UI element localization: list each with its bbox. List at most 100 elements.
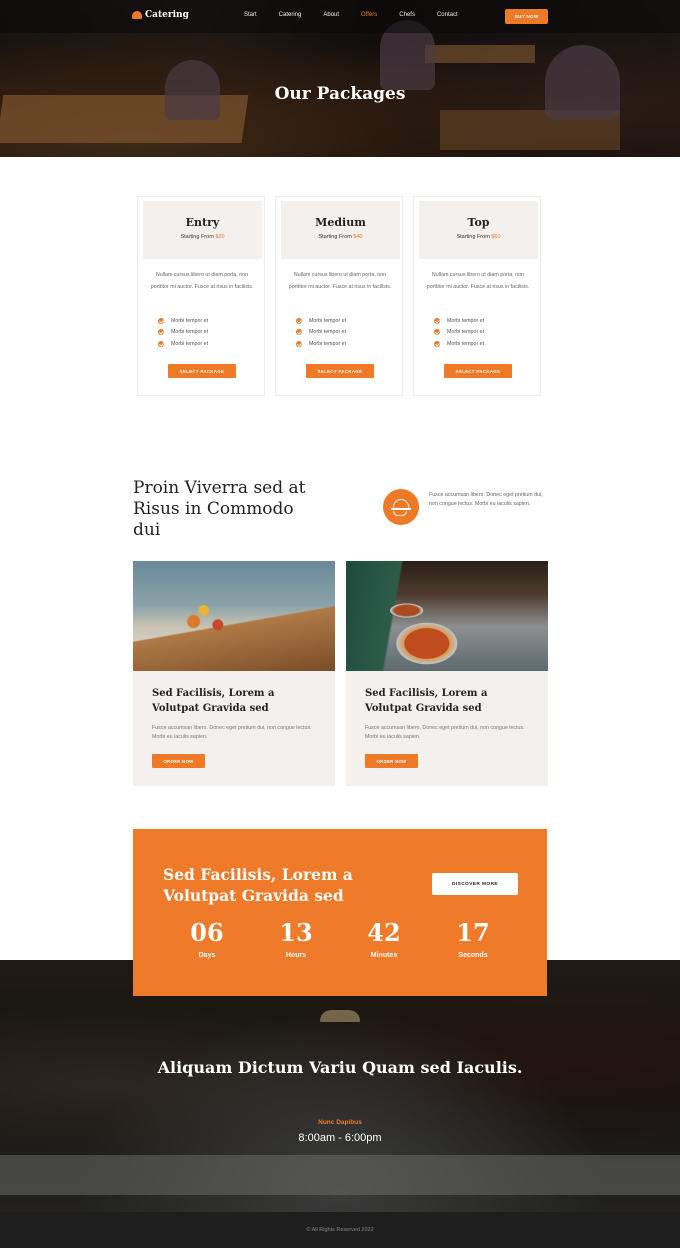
section-description: Fusce accumsan libero. Donec eget pretiu… xyxy=(429,492,543,507)
banquet-table-image xyxy=(133,561,335,671)
feature-item: Morbi tempor et xyxy=(296,338,346,350)
bg-lamp xyxy=(320,1010,360,1022)
serving-cloche-icon xyxy=(383,489,419,525)
main-nav: Start Catering About Offers Chefs Contac… xyxy=(244,12,480,18)
nav-item-start[interactable]: Start xyxy=(244,12,257,18)
feature-item: Morbi tempor et xyxy=(296,327,346,339)
package-price-line: Starting From $20 xyxy=(143,234,262,240)
feature-card: Sed Facilisis, Lorem a Volutpat Gravida … xyxy=(346,561,548,786)
check-icon xyxy=(434,329,440,336)
hero-bg-chair xyxy=(545,45,620,120)
order-now-button[interactable]: ORDER NOW xyxy=(152,754,205,768)
feature-label: Morbi tempor et xyxy=(171,329,209,336)
hours-background-image xyxy=(0,960,680,1212)
nav-item-offers[interactable]: Offers xyxy=(361,12,377,18)
countdown-days: 06 Days xyxy=(167,919,247,960)
feature-item: Morbi tempor et xyxy=(158,315,208,327)
hours-heading: Aliquam Dictum Variu Quam sed Iaculis. xyxy=(157,1058,523,1077)
cloche-dome xyxy=(393,499,409,508)
starting-from-label: Starting From xyxy=(456,234,490,240)
check-icon xyxy=(158,317,164,324)
package-header: Entry Starting From $20 xyxy=(143,201,262,259)
package-name: Medium xyxy=(315,216,366,229)
countdown-hours: 13 Hours xyxy=(256,918,336,960)
hero-banner: Catering Start Catering About Offers Che… xyxy=(0,0,680,157)
package-header: Medium Starting From $40 xyxy=(281,201,400,259)
top-navigation-bar: Catering Start Catering About Offers Che… xyxy=(0,0,680,33)
bg-counter xyxy=(0,1155,680,1195)
countdown-label: Seconds xyxy=(458,952,488,959)
check-icon xyxy=(158,340,164,347)
check-icon xyxy=(296,329,302,336)
hours-label: Nunc Dapibus xyxy=(318,1119,362,1126)
card-text: Fusce accumsan libero. Donec eget pretiu… xyxy=(152,725,312,740)
section-heading: Proin Viverra sed at Risus in Commodo du… xyxy=(133,478,306,540)
package-description: Nullam cursus libero ut diam porta, non … xyxy=(426,272,530,290)
feature-item: Morbi tempor et xyxy=(158,338,208,350)
footer: © All Rights Reserved 2022 xyxy=(0,1212,680,1248)
feature-label: Morbi tempor et xyxy=(309,317,347,324)
starting-from-label: Starting From xyxy=(318,234,352,240)
nav-item-catering[interactable]: Catering xyxy=(279,12,302,18)
check-icon xyxy=(296,340,302,347)
card-title: Sed Facilisis, Lorem a Volutpat Gravida … xyxy=(365,688,488,714)
package-header: Top Starting From $60 xyxy=(419,201,538,259)
check-icon xyxy=(296,317,302,324)
feature-label: Morbi tempor et xyxy=(447,340,485,347)
package-price-line: Starting From $60 xyxy=(419,234,538,240)
feature-item: Morbi tempor et xyxy=(434,338,484,350)
select-package-button[interactable]: SELECT PACKAGE xyxy=(306,364,374,378)
countdown-label: Hours xyxy=(285,952,307,959)
opening-hours: 8:00am - 6:00pm xyxy=(298,1132,382,1144)
feature-label: Morbi tempor et xyxy=(309,340,347,347)
feature-item: Morbi tempor et xyxy=(296,315,346,327)
packages-section: Entry Starting From $20 Nullam cursus li… xyxy=(137,196,541,396)
feature-label: Morbi tempor et xyxy=(447,317,485,324)
nav-item-about[interactable]: About xyxy=(323,12,339,18)
buy-now-button[interactable]: BUY NOW xyxy=(505,9,548,24)
package-card-entry: Entry Starting From $20 Nullam cursus li… xyxy=(137,196,265,396)
countdown-banner: Sed Facilisis, Lorem a Volutpat Gravida … xyxy=(133,829,547,996)
check-icon xyxy=(158,329,164,336)
card-title: Sed Facilisis, Lorem a Volutpat Gravida … xyxy=(152,688,275,714)
feature-item: Morbi tempor et xyxy=(434,327,484,339)
order-now-button[interactable]: ORDER NOW xyxy=(365,754,418,768)
countdown-value: 17 xyxy=(456,918,490,947)
cloche-hand xyxy=(393,511,407,516)
package-description: Nullam cursus libero ut diam porta, non … xyxy=(150,272,254,290)
package-price: $60 xyxy=(491,234,501,240)
copyright-text: © All Rights Reserved 2022 xyxy=(306,1227,374,1233)
package-price-line: Starting From $40 xyxy=(281,234,400,240)
package-features: Morbi tempor et Morbi tempor et Morbi te… xyxy=(434,315,484,350)
package-description: Nullam cursus libero ut diam porta, non … xyxy=(288,272,392,290)
discover-more-button[interactable]: DISCOVER MORE xyxy=(432,873,518,895)
countdown-minutes: 42 Minutes xyxy=(344,919,424,960)
feature-label: Morbi tempor et xyxy=(447,329,485,336)
cloche-base xyxy=(391,508,411,510)
card-text: Fusce accumsan libero. Donec eget pretiu… xyxy=(365,725,525,740)
countdown-seconds: 17 Seconds xyxy=(433,918,513,960)
check-icon xyxy=(434,340,440,347)
feature-label: Morbi tempor et xyxy=(309,329,347,336)
nav-item-contact[interactable]: Contact xyxy=(437,12,458,18)
package-name: Top xyxy=(467,216,490,229)
package-card-top: Top Starting From $60 Nullam cursus libe… xyxy=(413,196,541,396)
feature-card: Sed Facilisis, Lorem a Volutpat Gravida … xyxy=(133,561,335,786)
package-card-medium: Medium Starting From $40 Nullam cursus l… xyxy=(275,196,403,396)
package-price: $20 xyxy=(215,234,225,240)
countdown-value: 13 xyxy=(279,918,313,947)
feature-label: Morbi tempor et xyxy=(171,340,209,347)
buffet-trays-image xyxy=(346,561,548,671)
nav-item-chefs[interactable]: Chefs xyxy=(399,12,415,18)
starting-from-label: Starting From xyxy=(180,234,214,240)
chef-hat-icon xyxy=(132,11,142,19)
logo[interactable]: Catering xyxy=(132,10,189,20)
check-icon xyxy=(434,317,440,324)
feature-cards: Sed Facilisis, Lorem a Volutpat Gravida … xyxy=(133,561,548,786)
feature-item: Morbi tempor et xyxy=(158,327,208,339)
select-package-button[interactable]: SELECT PACKAGE xyxy=(444,364,512,378)
feature-item: Morbi tempor et xyxy=(434,315,484,327)
package-features: Morbi tempor et Morbi tempor et Morbi te… xyxy=(158,315,208,350)
logo-text: Catering xyxy=(145,10,189,20)
select-package-button[interactable]: SELECT PACKAGE xyxy=(168,364,236,378)
